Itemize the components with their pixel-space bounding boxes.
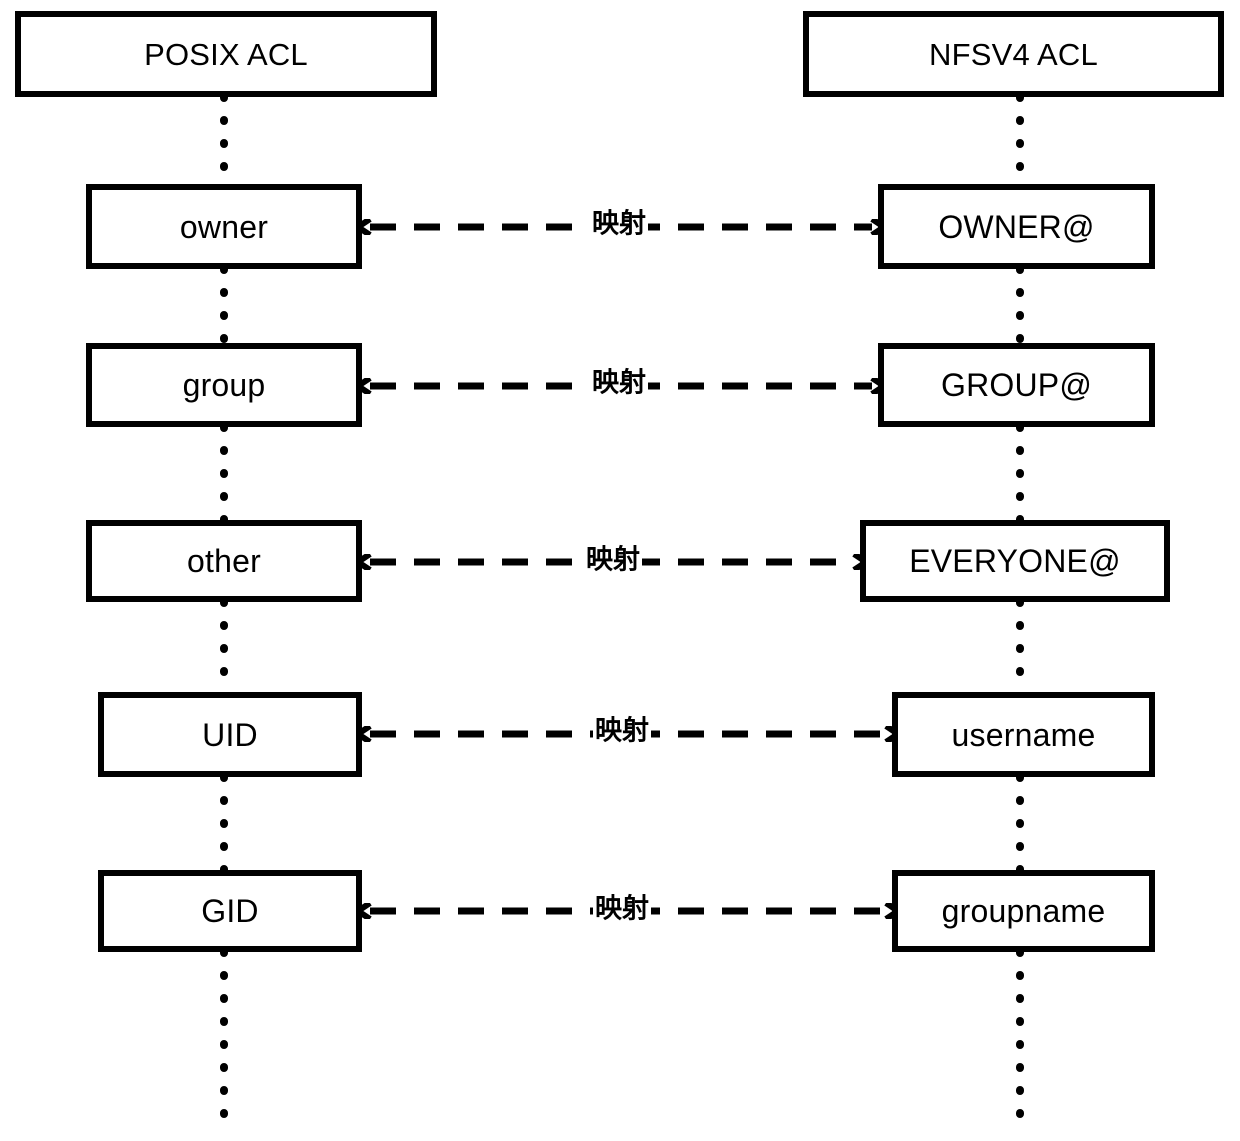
nfsv4-node-groupname-label: groupname [941,893,1106,929]
mapping-label-owner: 映射 [590,208,648,240]
nfsv4-acl-header-label: NFSV4 ACL [929,36,1098,72]
posix-node-group-label: group [182,367,266,403]
nfsv4-acl-header-box: NFSV4 ACL [803,11,1224,97]
posix-node-uid: UID [98,692,362,777]
posix-node-uid-label: UID [202,716,258,753]
posix-node-other: other [86,520,362,602]
nfsv4-node-group-label: GROUP@ [940,367,1093,403]
nfsv4-node-groupname: groupname [892,870,1155,952]
posix-node-other-label: other [187,543,261,579]
mapping-label-gid-text: 映射 [595,893,649,925]
nfsv4-node-username-label: username [951,716,1096,753]
nfsv4-node-owner: OWNER@ [878,184,1155,269]
mapping-label-uid-text: 映射 [595,715,649,747]
posix-node-gid-label: GID [201,893,259,929]
mapping-label-gid: 映射 [593,893,651,925]
mapping-label-other-text: 映射 [586,544,640,576]
posix-node-group: group [86,343,362,427]
posix-acl-header-box: POSIX ACL [15,11,437,97]
nfsv4-node-group: GROUP@ [878,343,1155,427]
posix-node-gid: GID [98,870,362,952]
posix-node-owner-label: owner [179,208,269,245]
posix-node-owner: owner [86,184,362,269]
mapping-label-group-text: 映射 [592,367,646,399]
nfsv4-node-everyone-label: EVERYONE@ [909,543,1121,579]
mapping-label-group: 映射 [590,367,648,399]
nfsv4-node-username: username [892,692,1155,777]
diagram-canvas: POSIX ACL NFSV4 ACL owner OWNER@ 映射 grou… [0,0,1240,1141]
mapping-label-other: 映射 [584,544,642,576]
nfsv4-node-owner-label: OWNER@ [938,208,1095,245]
mapping-label-uid: 映射 [593,715,651,747]
nfsv4-node-everyone: EVERYONE@ [860,520,1170,602]
posix-acl-header-label: POSIX ACL [144,36,308,72]
mapping-label-owner-text: 映射 [592,208,646,240]
